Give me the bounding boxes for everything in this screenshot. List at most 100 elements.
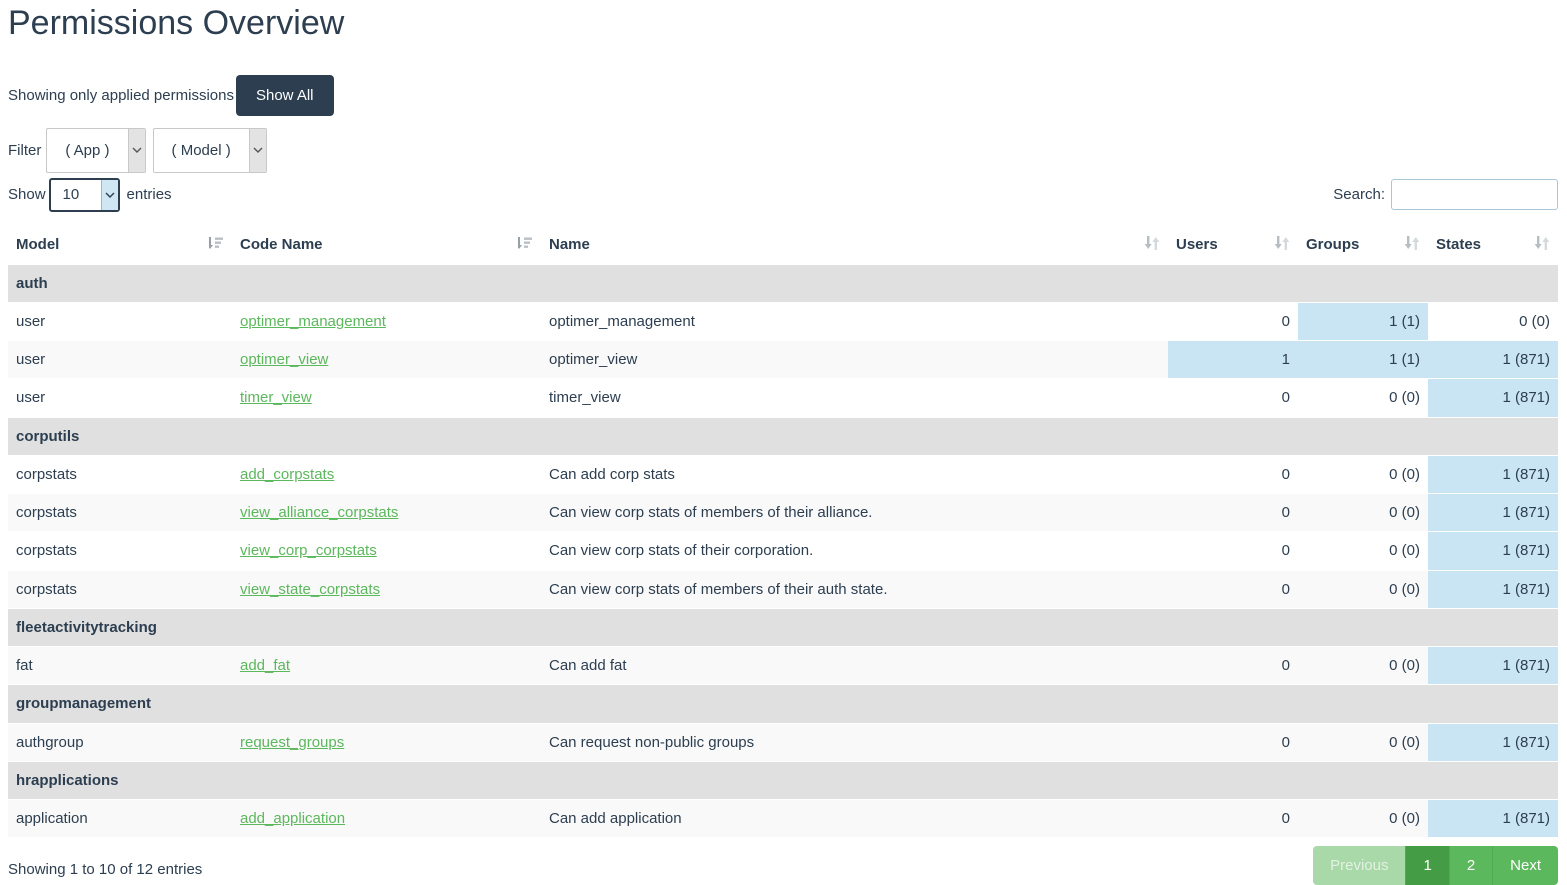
app-group-label: fleetactivitytracking bbox=[8, 608, 1558, 646]
code-name-link[interactable]: add_corpstats bbox=[240, 466, 334, 483]
users-count-cell: 1 bbox=[1168, 341, 1298, 379]
states-count-cell: 1 (871) bbox=[1428, 494, 1558, 532]
users-count-cell: 0 bbox=[1168, 302, 1298, 340]
status-text: Showing only applied permissions bbox=[8, 87, 234, 104]
entries-info: Showing 1 to 10 of 12 entries bbox=[8, 846, 202, 878]
states-count-cell: 1 (871) bbox=[1428, 647, 1558, 685]
name-cell: Can view corp stats of their corporation… bbox=[541, 532, 1168, 570]
code-name-link[interactable]: optimer_management bbox=[240, 313, 386, 330]
table-row: application add_application Can add applic… bbox=[8, 800, 1558, 838]
search-label: Search: bbox=[1333, 186, 1385, 203]
permissions-table: Model Code Name Name Users Groups States auth… bbox=[8, 228, 1558, 838]
sort-amount-icon bbox=[209, 236, 224, 254]
model-filter-select[interactable]: ( Model ) bbox=[153, 128, 267, 173]
users-count-cell: 0 bbox=[1168, 647, 1298, 685]
code-name-link[interactable]: add_application bbox=[240, 810, 345, 827]
groups-count-cell: 0 (0) bbox=[1298, 379, 1428, 417]
groups-count-cell: 0 (0) bbox=[1298, 647, 1428, 685]
name-cell: Can view corp stats of members of their … bbox=[541, 494, 1168, 532]
search-area: Search: bbox=[1333, 179, 1558, 210]
table-row: corpstatsadd_corpstatsCan add corp stats… bbox=[8, 455, 1558, 493]
users-count-cell: 0 bbox=[1168, 570, 1298, 608]
name-cell: optimer_management bbox=[541, 302, 1168, 340]
app-group-row: fleetactivitytracking bbox=[8, 608, 1558, 646]
page-length-value: 10 bbox=[51, 180, 101, 210]
name-cell: Can request non-public groups bbox=[541, 723, 1168, 761]
table-row: corpstats view_alliance_corpstats Can view… bbox=[8, 494, 1558, 532]
model-cell: user bbox=[8, 341, 232, 379]
column-header-model[interactable]: Model bbox=[8, 228, 232, 265]
code-name-link[interactable]: view_corp_corpstats bbox=[240, 542, 377, 559]
search-input[interactable] bbox=[1391, 179, 1558, 210]
table-row: authgrouprequest_groupsCan request non-p… bbox=[8, 723, 1558, 761]
code-name-cell: view_state_corpstats bbox=[232, 570, 541, 608]
chevron-down-icon bbox=[128, 129, 145, 172]
column-header-groups[interactable]: Groups bbox=[1298, 228, 1428, 265]
app-group-label: groupmanagement bbox=[8, 685, 1558, 723]
groups-count-cell: 0 (0) bbox=[1298, 494, 1428, 532]
pagination: Previous12Next bbox=[1313, 846, 1558, 885]
code-name-link[interactable]: view_state_corpstats bbox=[240, 581, 380, 598]
sort-arrows-icon bbox=[1274, 236, 1290, 254]
column-label: Model bbox=[16, 236, 59, 253]
table-row: fatadd_fatCan add fat00 (0)1 (871) bbox=[8, 647, 1558, 685]
users-count-cell: 0 bbox=[1168, 723, 1298, 761]
app-filter-select[interactable]: ( App ) bbox=[46, 128, 145, 173]
column-header-name[interactable]: Name bbox=[541, 228, 1168, 265]
model-cell: user bbox=[8, 302, 232, 340]
table-row: corpstatsview_state_corpstatsCan view co… bbox=[8, 570, 1558, 608]
table-row: useroptimer_viewoptimer_view11 (1)1 (871… bbox=[8, 341, 1558, 379]
table-footer: Showing 1 to 10 of 12 entries Previous12… bbox=[8, 846, 1558, 885]
pagination-2[interactable]: 2 bbox=[1449, 846, 1492, 885]
pagination-1[interactable]: 1 bbox=[1405, 846, 1448, 885]
table-row: corpstats view_corp_corpstats Can view cor… bbox=[8, 532, 1558, 570]
column-label: Name bbox=[549, 236, 590, 253]
code-name-cell: add_application bbox=[232, 800, 541, 838]
pagination-next[interactable]: Next bbox=[1492, 846, 1558, 885]
chevron-down-icon bbox=[101, 180, 118, 210]
code-name-cell: view_alliance_corpstats bbox=[232, 494, 541, 532]
groups-count-cell: 0 (0) bbox=[1298, 455, 1428, 493]
states-count-cell: 1 (871) bbox=[1428, 341, 1558, 379]
show-all-button[interactable]: Show All bbox=[236, 75, 334, 116]
app-group-label: corputils bbox=[8, 417, 1558, 455]
code-name-link[interactable]: view_alliance_corpstats bbox=[240, 504, 398, 521]
app-group-row: groupmanagement bbox=[8, 685, 1558, 723]
name-cell: Can add application bbox=[541, 800, 1168, 838]
filter-label: Filter bbox=[8, 142, 41, 159]
code-name-cell: optimer_management bbox=[232, 302, 541, 340]
page-length-select[interactable]: 10 bbox=[49, 178, 120, 212]
states-count-cell: 1 (871) bbox=[1428, 455, 1558, 493]
column-label: States bbox=[1436, 236, 1481, 253]
column-header-states[interactable]: States bbox=[1428, 228, 1558, 265]
table-header-row: Model Code Name Name Users Groups States bbox=[8, 228, 1558, 265]
code-name-link[interactable]: timer_view bbox=[240, 389, 312, 406]
column-label: Code Name bbox=[240, 236, 323, 253]
code-name-link[interactable]: add_fat bbox=[240, 657, 290, 674]
code-name-link[interactable]: optimer_view bbox=[240, 351, 328, 368]
code-name-cell: request_groups bbox=[232, 723, 541, 761]
states-count-cell: 1 (871) bbox=[1428, 532, 1558, 570]
length-and-search-line: Show 10 entries Search: bbox=[8, 178, 1558, 212]
model-cell: application bbox=[8, 800, 232, 838]
name-cell: optimer_view bbox=[541, 341, 1168, 379]
code-name-cell: add_fat bbox=[232, 647, 541, 685]
model-cell: corpstats bbox=[8, 532, 232, 570]
model-cell: corpstats bbox=[8, 455, 232, 493]
column-label: Groups bbox=[1306, 236, 1359, 253]
app-group-row: corputils bbox=[8, 417, 1558, 455]
states-count-cell: 1 (871) bbox=[1428, 570, 1558, 608]
sort-arrows-icon bbox=[1144, 236, 1160, 254]
app-group-row: auth bbox=[8, 264, 1558, 302]
code-name-cell: view_corp_corpstats bbox=[232, 532, 541, 570]
model-cell: fat bbox=[8, 647, 232, 685]
status-line: Showing only applied permissions Show Al… bbox=[8, 75, 1558, 116]
column-header-users[interactable]: Users bbox=[1168, 228, 1298, 265]
name-cell: timer_view bbox=[541, 379, 1168, 417]
column-header-code-name[interactable]: Code Name bbox=[232, 228, 541, 265]
code-name-cell: optimer_view bbox=[232, 341, 541, 379]
model-cell: corpstats bbox=[8, 494, 232, 532]
table-row: user optimer_management optimer_management… bbox=[8, 302, 1558, 340]
page-title: Permissions Overview bbox=[8, 2, 1558, 45]
code-name-link[interactable]: request_groups bbox=[240, 734, 344, 751]
